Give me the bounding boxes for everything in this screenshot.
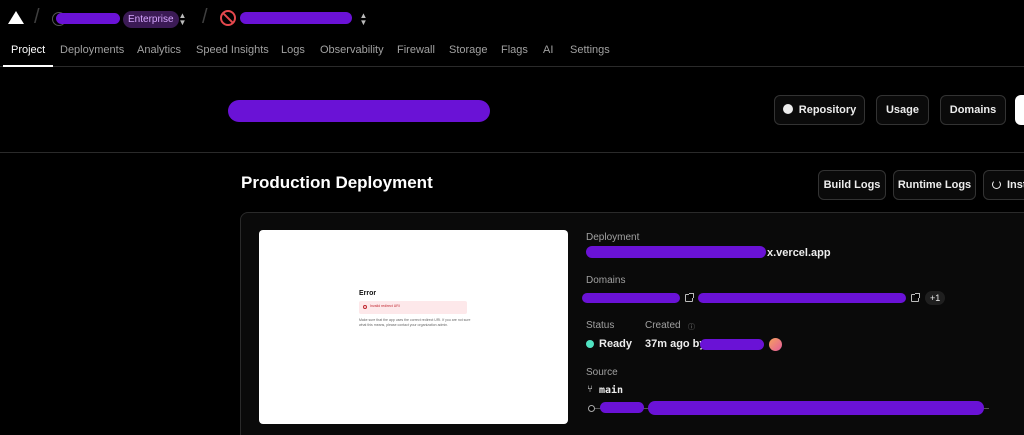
info-icon[interactable]: ⓘ: [688, 322, 695, 332]
tab-logs[interactable]: Logs: [281, 44, 305, 56]
team-name-redacted[interactable]: [56, 13, 120, 24]
domains-button[interactable]: Domains: [940, 95, 1006, 125]
project-tabs: Project Deployments Analytics Speed Insi…: [0, 36, 1024, 67]
instant-rollback-button[interactable]: Inst: [983, 170, 1024, 200]
commit-sha-redacted[interactable]: [600, 402, 644, 413]
project-switcher-chevron-icon[interactable]: ▲ ▼: [359, 12, 368, 27]
vercel-logo-icon[interactable]: [8, 11, 24, 24]
deployment-preview-thumbnail[interactable]: Error Invalid redirect URI Make sure tha…: [259, 230, 568, 424]
created-label: Created: [645, 320, 681, 331]
tab-deployments[interactable]: Deployments: [60, 44, 124, 56]
deployment-label: Deployment: [586, 232, 640, 243]
preview-body-text: Make sure that the app uses the correct …: [359, 318, 471, 327]
commit-message-redacted[interactable]: [648, 401, 984, 415]
branch-name[interactable]: main: [599, 385, 623, 396]
source-label: Source: [586, 367, 618, 378]
ready-status-dot-icon: [586, 340, 594, 348]
tab-flags[interactable]: Flags: [501, 44, 528, 56]
production-deployment-title: Production Deployment: [241, 173, 433, 192]
tab-storage[interactable]: Storage: [449, 44, 488, 56]
team-switcher-chevron-icon[interactable]: ▲ ▼: [178, 12, 187, 27]
tab-ai[interactable]: AI: [543, 44, 553, 56]
visit-button[interactable]: [1015, 95, 1024, 125]
preview-error-alert: Invalid redirect URI: [359, 301, 467, 314]
git-commit-icon: [588, 405, 595, 412]
plan-badge: Enterprise: [123, 11, 179, 28]
tab-speed-insights[interactable]: Speed Insights: [196, 44, 269, 56]
domain-2-redacted[interactable]: [698, 293, 906, 303]
runtime-logs-button[interactable]: Runtime Logs: [893, 170, 976, 200]
tab-project[interactable]: Project: [11, 44, 45, 56]
git-branch-icon: ⑂: [587, 384, 593, 395]
project-title-redacted: [228, 100, 490, 122]
tab-observability[interactable]: Observability: [320, 44, 384, 56]
active-tab-indicator: [3, 65, 53, 67]
deployment-url-redacted[interactable]: [586, 246, 766, 258]
external-link-icon[interactable]: [685, 293, 694, 302]
tab-firewall[interactable]: Firewall: [397, 44, 435, 56]
deployment-url-suffix[interactable]: x.vercel.app: [767, 247, 831, 259]
repository-button[interactable]: Repository: [774, 95, 865, 125]
rollback-icon: [992, 180, 1001, 189]
preview-error-title: Error: [359, 290, 377, 297]
top-bar: / Enterprise ▲ ▼ / ▲ ▼: [0, 0, 1024, 36]
domain-1-redacted[interactable]: [582, 293, 680, 303]
created-value: 37m ago by: [645, 338, 706, 350]
creator-name-redacted[interactable]: [700, 339, 764, 350]
tab-settings[interactable]: Settings: [570, 44, 610, 56]
domains-label: Domains: [586, 275, 626, 286]
separator-slash: /: [202, 6, 208, 28]
usage-button[interactable]: Usage: [876, 95, 929, 125]
project-name-redacted[interactable]: [240, 12, 352, 24]
repository-button-label: Repository: [798, 104, 857, 116]
project-header: [0, 68, 1024, 153]
separator-slash: /: [34, 6, 40, 28]
blocked-project-icon: [220, 10, 236, 26]
github-icon: [782, 104, 793, 114]
creator-avatar[interactable]: [769, 338, 782, 351]
preview-alert-icon: [363, 305, 367, 309]
more-domains-badge[interactable]: +1: [925, 291, 946, 305]
build-logs-button[interactable]: Build Logs: [818, 170, 886, 200]
preview-alert-text: Invalid redirect URI: [370, 304, 400, 308]
instant-rollback-label: Inst: [1007, 179, 1024, 191]
external-link-icon[interactable]: [911, 293, 920, 302]
status-label: Status: [586, 320, 615, 331]
tab-analytics[interactable]: Analytics: [137, 44, 181, 56]
status-value: Ready: [599, 338, 633, 350]
